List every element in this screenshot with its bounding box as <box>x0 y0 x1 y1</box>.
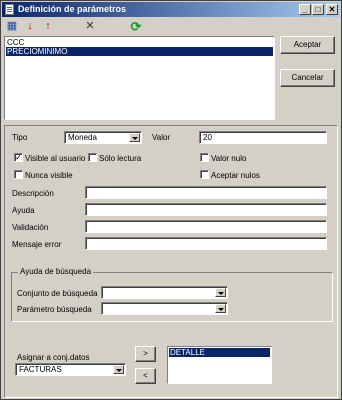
descripcion-input[interactable] <box>85 186 327 199</box>
document-icon <box>5 4 14 15</box>
table-add-icon[interactable]: ▦ <box>4 19 20 34</box>
aceptar-nulos-checkbox[interactable] <box>200 170 209 179</box>
cancel-button[interactable]: Cancelar <box>280 69 335 87</box>
conjunto-select[interactable] <box>101 286 228 299</box>
tipo-select[interactable]: Moneda <box>64 131 142 144</box>
chevron-down-icon[interactable] <box>113 365 124 374</box>
close-button[interactable]: ✕ <box>326 4 338 15</box>
aceptar-nulos-label: Aceptar nulos <box>211 171 260 180</box>
valor-label: Valor <box>152 133 171 142</box>
minimize-button[interactable]: _ <box>299 4 311 15</box>
assigned-list[interactable]: DETALLE <box>167 346 272 384</box>
chevron-down-icon[interactable] <box>215 288 226 297</box>
solo-lectura-checkbox[interactable] <box>88 153 97 162</box>
asignar-value: FACTURAS <box>19 365 62 374</box>
list-item-selected[interactable]: PRECIOMINIMO <box>6 47 273 56</box>
valor-nulo-checkbox[interactable] <box>200 153 209 162</box>
chevron-down-icon[interactable] <box>215 304 226 313</box>
validacion-input[interactable] <box>85 220 327 233</box>
tipo-value: Moneda <box>68 133 97 142</box>
asignar-select[interactable]: FACTURAS <box>15 363 126 376</box>
mensaje-error-input[interactable] <box>85 237 327 250</box>
visible-checkbox[interactable]: ✓ <box>14 153 23 162</box>
nunca-visible-label: Nunca visible <box>25 171 73 180</box>
cross-icon[interactable]: ✕ <box>82 19 98 34</box>
add-button[interactable]: > <box>135 346 156 362</box>
title-bar[interactable]: Definición de parámetros _ □ ✕ <box>2 2 340 17</box>
refresh-icon[interactable]: ⟳ <box>128 19 144 34</box>
list-item-selected[interactable]: DETALLE <box>169 348 270 357</box>
window-title: Definición de parámetros <box>18 4 127 14</box>
asignar-label: Asignar a conj.datos <box>17 353 90 362</box>
search-help-title: Ayuda de búsqueda <box>18 267 94 276</box>
mensaje-error-label: Mensaje error <box>12 240 62 249</box>
parametro-label: Parámetro búsqueda <box>17 305 92 314</box>
valor-nulo-label: Valor nulo <box>211 154 247 163</box>
ayuda-input[interactable] <box>85 203 327 216</box>
visible-label: Visible al usuario <box>25 154 86 163</box>
ayuda-label: Ayuda <box>12 206 35 215</box>
solo-lectura-label: Sólo lectura <box>99 154 142 163</box>
toolbar: ▦ ↓ ↑ ✕ ⟳ <box>2 18 340 36</box>
maximize-button[interactable]: □ <box>312 4 324 15</box>
parameter-list[interactable]: CCC PRECIOMINIMO <box>4 36 275 120</box>
arrow-up-icon[interactable]: ↑ <box>40 19 56 34</box>
tipo-label: Tipo <box>12 133 28 142</box>
descripcion-label: Descripción <box>12 189 54 198</box>
chevron-down-icon[interactable] <box>129 133 140 142</box>
list-item[interactable]: CCC <box>6 38 273 47</box>
nunca-visible-checkbox[interactable] <box>14 170 23 179</box>
arrow-down-icon[interactable]: ↓ <box>22 19 38 34</box>
valor-input[interactable]: 20 <box>199 131 327 144</box>
parametro-select[interactable] <box>101 302 228 315</box>
dialog-window: Definición de parámetros _ □ ✕ ▦ ↓ ↑ ✕ ⟳… <box>0 0 342 400</box>
remove-button[interactable]: < <box>135 368 156 384</box>
validacion-label: Validación <box>12 223 49 232</box>
conjunto-label: Conjunto de búsqueda <box>17 289 98 298</box>
accept-button[interactable]: Aceptar <box>280 36 335 54</box>
